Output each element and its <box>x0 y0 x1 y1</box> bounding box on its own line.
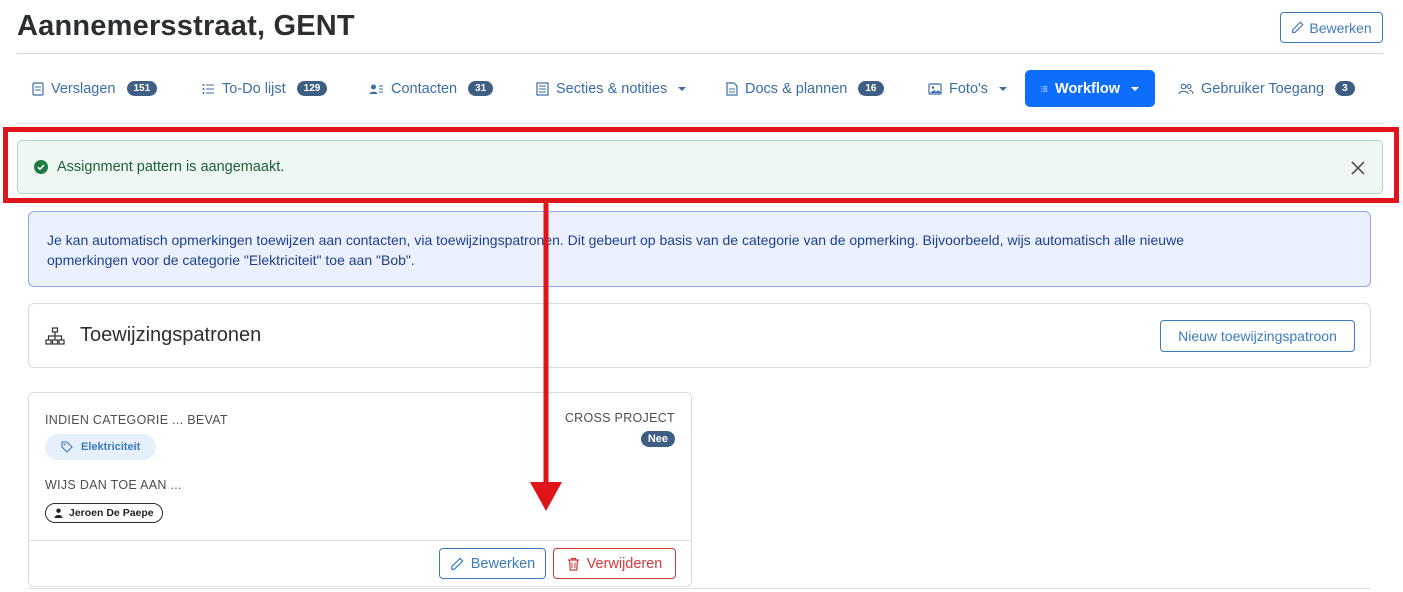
tab-todo-label: To-Do lijst <box>222 80 286 97</box>
tab-todo-count: 129 <box>296 81 328 96</box>
contacts-icon <box>369 84 383 94</box>
info-alert-line-1: Je kan automatisch opmerkingen toewijzen… <box>47 232 1184 248</box>
close-icon[interactable] <box>1350 160 1366 176</box>
tab-contacten-label: Contacten <box>391 80 458 97</box>
tab-secties-label: Secties & notities <box>556 80 668 97</box>
tab-workflow-label: Workflow <box>1055 80 1120 97</box>
tab-todo[interactable]: To-Do lijst 129 <box>202 70 328 107</box>
cross-project-badge: Nee <box>640 431 675 447</box>
delete-pattern-button[interactable]: Verwijderen <box>553 548 676 579</box>
tab-gebruiker-label: Gebruiker Toegang <box>1201 80 1325 97</box>
edit-pattern-label: Bewerken <box>470 555 536 572</box>
success-alert-message: Assignment pattern is aangemaakt. <box>57 159 285 175</box>
category-tag: Elektriciteit <box>45 434 157 460</box>
project-tabs: Verslagen 151 To-Do lijst 129 Contacten … <box>17 70 1383 107</box>
tab-gebruiker-count: 3 <box>1335 81 1355 96</box>
user-icon <box>54 508 63 518</box>
info-alert-line-2: opmerkingen voor de categorie "Elektrici… <box>47 252 415 268</box>
tab-verslagen-count: 151 <box>126 81 158 96</box>
patterns-title: Toewijzingspatronen <box>80 324 262 346</box>
next-card-edge <box>28 588 1371 592</box>
patterns-header-card: Toewijzingspatronen Nieuw toewijzingspat… <box>28 303 1371 368</box>
hierarchy-icon <box>45 327 65 345</box>
image-icon <box>928 82 942 95</box>
edit-project-label: Bewerken <box>1309 19 1372 36</box>
sections-icon <box>536 81 549 96</box>
tab-contacten[interactable]: Contacten 31 <box>369 70 494 107</box>
list-icon <box>202 83 214 94</box>
tab-contacten-count: 31 <box>468 81 494 96</box>
tab-verslagen-label: Verslagen <box>51 80 116 97</box>
tab-fotos[interactable]: Foto's <box>928 70 1008 107</box>
check-circle-icon <box>34 160 48 174</box>
users-icon <box>1178 83 1194 94</box>
tab-verslagen[interactable]: Verslagen 151 <box>32 70 158 107</box>
pattern-card: INDIEN CATEGORIE ... BEVAT Elektriciteit… <box>28 392 692 587</box>
assign-label: WIJS DAN TOE AAN ... <box>45 478 182 492</box>
tab-gebruiker-toegang[interactable]: Gebruiker Toegang 3 <box>1178 70 1355 107</box>
edit-project-button[interactable]: Bewerken <box>1280 12 1383 43</box>
tab-workflow[interactable]: Workflow <box>1025 70 1155 107</box>
title-divider <box>17 53 1383 54</box>
assignee-name: Jeroen De Paepe <box>69 507 154 519</box>
chevron-down-icon <box>1131 86 1139 91</box>
tag-icon <box>61 441 73 453</box>
tab-fotos-label: Foto's <box>949 80 989 97</box>
tab-docs[interactable]: Docs & plannen 16 <box>726 70 884 107</box>
success-alert: Assignment pattern is aangemaakt. <box>17 140 1383 194</box>
info-alert: Je kan automatisch opmerkingen toewijzen… <box>28 211 1371 287</box>
category-tag-label: Elektriciteit <box>81 441 141 453</box>
chevron-down-icon <box>678 86 687 91</box>
chevron-down-icon <box>999 86 1008 91</box>
page-title: Aannemersstraat, GENT <box>17 10 355 42</box>
tab-docs-label: Docs & plannen <box>745 80 848 97</box>
card-footer-divider <box>29 540 691 541</box>
pencil-icon <box>1292 21 1304 33</box>
condition-label: INDIEN CATEGORIE ... BEVAT <box>45 413 228 427</box>
tab-secties[interactable]: Secties & notities <box>536 70 687 107</box>
cross-project-label: CROSS PROJECT <box>564 411 675 425</box>
file-icon <box>726 81 738 96</box>
tabs-divider <box>17 123 1383 124</box>
trash-icon <box>567 557 579 571</box>
tab-docs-count: 16 <box>858 81 884 96</box>
document-icon <box>32 81 44 96</box>
new-pattern-button[interactable]: Nieuw toewijzingspatroon <box>1160 320 1355 352</box>
edit-pattern-button[interactable]: Bewerken <box>439 548 546 579</box>
list-check-icon <box>1041 85 1048 92</box>
assignee-tag: Jeroen De Paepe <box>45 503 163 523</box>
delete-pattern-label: Verwijderen <box>586 555 663 572</box>
pencil-icon <box>450 556 464 570</box>
